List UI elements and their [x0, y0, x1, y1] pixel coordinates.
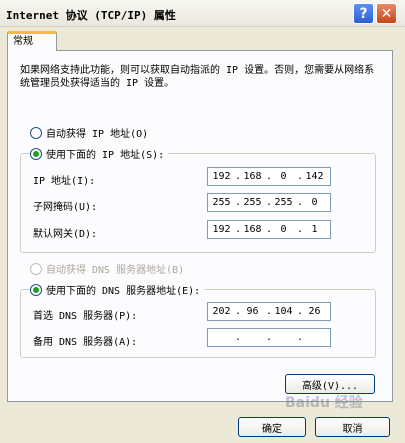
preferred-dns-input[interactable]: 202. 96. 104. 26 — [207, 302, 331, 321]
radio-manual-dns-label: 使用下面的 DNS 服务器地址(E): — [46, 286, 201, 297]
octet: 255 — [212, 197, 231, 208]
octet: 255 — [274, 197, 293, 208]
radio-manual-ip[interactable]: 使用下面的 IP 地址(S): — [30, 146, 169, 161]
alternate-dns-label: 备用 DNS 服务器(A): — [33, 337, 138, 348]
cancel-button[interactable]: 取消 — [315, 417, 390, 437]
octet: 0 — [280, 171, 287, 182]
default-gateway-label: 默认网关(D): — [33, 229, 98, 240]
octet: 0 — [311, 197, 318, 208]
octet: 0 — [280, 224, 287, 235]
octet: 192 — [212, 171, 231, 182]
octet: 26 — [308, 306, 321, 317]
help-button[interactable]: ? — [353, 3, 374, 24]
radio-manual-ip-label: 使用下面的 IP 地址(S): — [46, 150, 165, 161]
octet: 104 — [274, 306, 293, 317]
octet: 1 — [311, 224, 318, 235]
radio-circle-icon — [30, 126, 42, 139]
question-mark-icon: ? — [359, 5, 368, 22]
advanced-button[interactable]: 高级(V)... — [285, 374, 375, 394]
radio-circle-icon — [30, 262, 42, 275]
close-button[interactable]: ✕ — [376, 3, 397, 24]
radio-checked-icon — [30, 283, 42, 296]
subnet-mask-input[interactable]: 255. 255. 255. 0 — [207, 193, 331, 212]
octet: 192 — [212, 224, 231, 235]
radio-auto-ip-label: 自动获得 IP 地址(O) — [46, 129, 149, 140]
ok-button[interactable]: 确定 — [238, 417, 306, 437]
octet: 202 — [212, 306, 231, 317]
ip-address-input[interactable]: 192. 168. 0. 142 — [207, 167, 331, 186]
radio-checked-icon — [30, 147, 42, 160]
close-icon: ✕ — [380, 5, 393, 22]
alternate-dns-input[interactable]: . . . — [207, 328, 331, 347]
octet: 96 — [246, 306, 259, 317]
default-gateway-input[interactable]: 192. 168. 0. 1 — [207, 220, 331, 239]
octet: 168 — [243, 171, 262, 182]
dialog-window: Internet 协议 (TCP/IP) 属性 ? ✕ 常规 如果网络支持此功能… — [0, 0, 405, 443]
title-bar[interactable]: Internet 协议 (TCP/IP) 属性 ? ✕ — [0, 0, 405, 27]
octet: 168 — [243, 224, 262, 235]
octet: 142 — [305, 171, 324, 182]
tab-general[interactable]: 常规 — [7, 31, 57, 51]
radio-auto-dns-label: 自动获得 DNS 服务器地址(B) — [46, 265, 185, 276]
octet: 255 — [243, 197, 262, 208]
radio-auto-dns[interactable]: 自动获得 DNS 服务器地址(B) — [30, 261, 184, 276]
ip-address-label: IP 地址(I): — [33, 176, 96, 187]
radio-manual-dns[interactable]: 使用下面的 DNS 服务器地址(E): — [30, 282, 205, 297]
preferred-dns-label: 首选 DNS 服务器(P): — [33, 311, 138, 322]
watermark: Baidu 经验 — [285, 395, 363, 411]
subnet-mask-label: 子网掩码(U): — [33, 202, 98, 213]
radio-auto-ip[interactable]: 自动获得 IP 地址(O) — [30, 125, 148, 140]
window-title: Internet 协议 (TCP/IP) 属性 — [6, 9, 176, 22]
description-text: 如果网络支持此功能，则可以获取自动指派的 IP 设置。否则，您需要从网络系统管理… — [20, 65, 375, 89]
